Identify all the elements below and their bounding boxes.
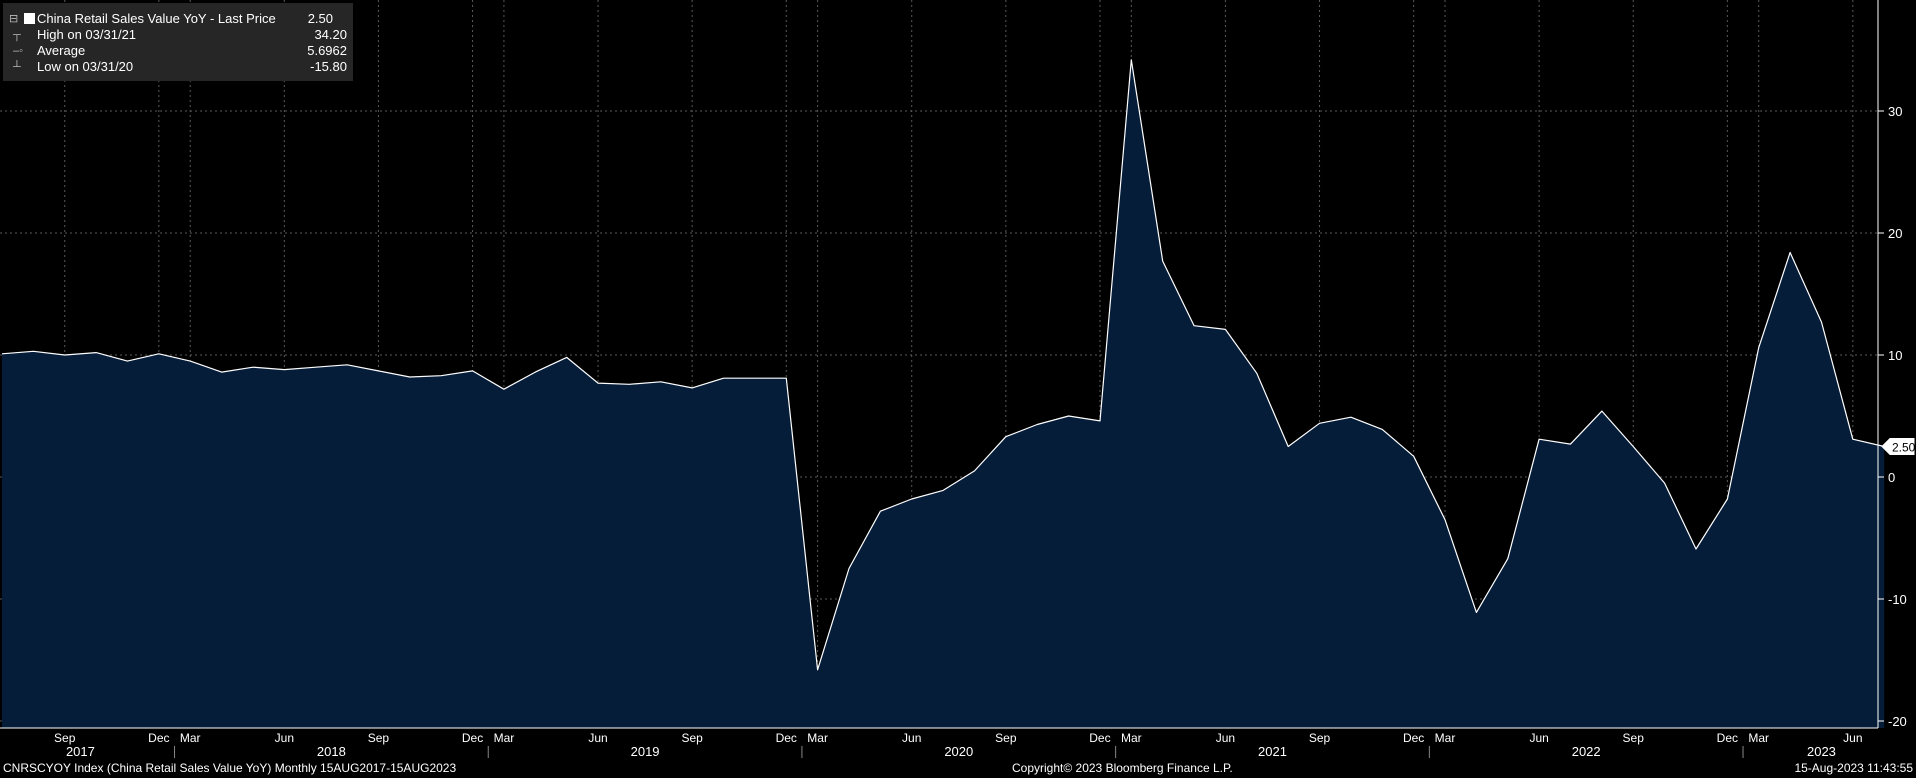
x-tick-label: Jun [588, 731, 607, 745]
x-tick-label: Jun [1843, 731, 1862, 745]
x-tick-label: Sep [1309, 731, 1331, 745]
x-year-label: 2019 [631, 744, 660, 759]
x-tick-label: Sep [995, 731, 1017, 745]
x-tick-label: Jun [1529, 731, 1548, 745]
legend-high-row[interactable]: ┬ High on 03/31/21 34.20 [3, 27, 353, 43]
legend-low-value: -15.80 [310, 59, 347, 74]
x-tick-label: Sep [54, 731, 76, 745]
x-tick-label: Dec [1403, 731, 1424, 745]
x-tick-label: Sep [1623, 731, 1645, 745]
y-tick-label: 10 [1888, 348, 1902, 363]
x-tick-label: Sep [681, 731, 703, 745]
x-year-label: 2018 [317, 744, 346, 759]
low-marker-icon: ┴ [13, 61, 21, 73]
x-year-label: 2023 [1807, 744, 1836, 759]
x-tick-label: Sep [368, 731, 390, 745]
high-marker-icon: ┬ [13, 29, 21, 41]
x-tick-label: Dec [1089, 731, 1110, 745]
x-tick-label: Dec [1717, 731, 1738, 745]
x-tick-label: Dec [462, 731, 483, 745]
x-tick-label: Jun [1216, 731, 1235, 745]
chart-legend[interactable]: ⊟ China Retail Sales Value YoY - Last Pr… [3, 3, 353, 81]
legend-series-row[interactable]: ⊟ China Retail Sales Value YoY - Last Pr… [3, 11, 353, 27]
x-year-label: 2020 [944, 744, 973, 759]
legend-average-value: 5.6962 [307, 43, 347, 58]
y-tick-label: 20 [1888, 226, 1902, 241]
x-tick-label: Dec [148, 731, 169, 745]
legend-average-label: Average [37, 43, 86, 58]
x-year-label: 2017 [66, 744, 95, 759]
legend-average-row[interactable]: ‒◦ Average 5.6962 [3, 43, 353, 59]
x-year-label: 2021 [1258, 744, 1287, 759]
footer-timestamp: 15-Aug-2023 11:43:55 [1794, 761, 1913, 775]
average-marker-icon: ‒◦ [13, 45, 24, 57]
y-tick-label: 30 [1888, 104, 1902, 119]
y-tick-label: -10 [1888, 592, 1907, 607]
last-value-label: 2.50 [1892, 441, 1916, 455]
x-tick-label: Dec [776, 731, 797, 745]
x-tick-label: Mar [1435, 731, 1456, 745]
legend-high-value: 34.20 [314, 27, 347, 42]
y-tick-label: -20 [1888, 714, 1907, 729]
legend-series-label: China Retail Sales Value YoY - Last Pric… [37, 11, 276, 26]
legend-low-label: Low on 03/31/20 [37, 59, 134, 74]
x-tick-label: Mar [1748, 731, 1769, 745]
footer-copyright: Copyright© 2023 Bloomberg Finance L.P. [1012, 761, 1233, 775]
series-swatch-icon [24, 13, 35, 24]
footer-ticker: CNRSCYOY Index (China Retail Sales Value… [3, 761, 457, 775]
x-tick-label: Mar [807, 731, 828, 745]
line-chart: -20 -10 0 10 20 30 Sep Dec Mar Jun Sep Dec Mar Jun Sep… [0, 0, 1916, 759]
legend-low-row[interactable]: ┴ Low on 03/31/20 -15.80 [3, 59, 353, 75]
y-tick-label: 0 [1888, 470, 1895, 485]
x-tick-label: Jun [902, 731, 921, 745]
x-year-label: 2022 [1572, 744, 1601, 759]
x-tick-label: Mar [494, 731, 515, 745]
x-tick-label: Mar [180, 731, 201, 745]
legend-high-label: High on 03/31/21 [37, 27, 137, 42]
x-tick-label: Mar [1121, 731, 1142, 745]
x-tick-label: Jun [275, 731, 294, 745]
legend-series-value: 2.50 [307, 11, 333, 26]
